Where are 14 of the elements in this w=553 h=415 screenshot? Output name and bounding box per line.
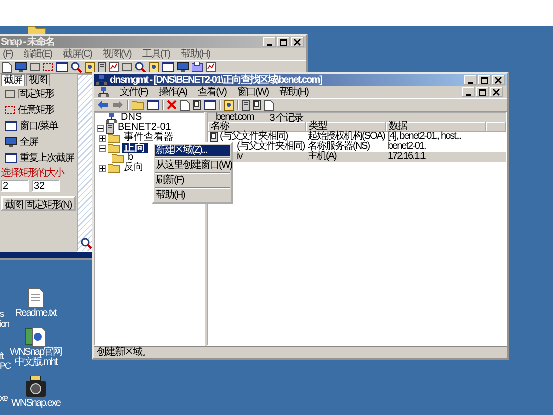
table-cell: 起始授权机构(SOA) (308, 132, 385, 142)
size-label: 选择矩形的大小 (1, 166, 66, 179)
table-cell: (与父文件夹相同) (237, 142, 305, 152)
record-count: 3 个记录 (270, 112, 304, 124)
table-cell: 主机(A) (308, 152, 336, 162)
table-cell: 名称服务器(NS) (308, 142, 370, 152)
table-cell: iv (237, 152, 242, 162)
status-text: 创建新区域。 (94, 346, 507, 358)
window-title: Snap - 未命名 (1, 36, 54, 48)
table-cell: 172.16.1.1 (388, 152, 426, 162)
table-cell: [4], benet2-01., host... (388, 132, 462, 142)
table-cell: benet2-01. (388, 142, 426, 152)
table-cell: (与父文件夹相同) (220, 132, 288, 142)
window-title: dnsmgmt - [DNS\BENET2-01\正向查找区域\benet.com] (110, 74, 322, 86)
